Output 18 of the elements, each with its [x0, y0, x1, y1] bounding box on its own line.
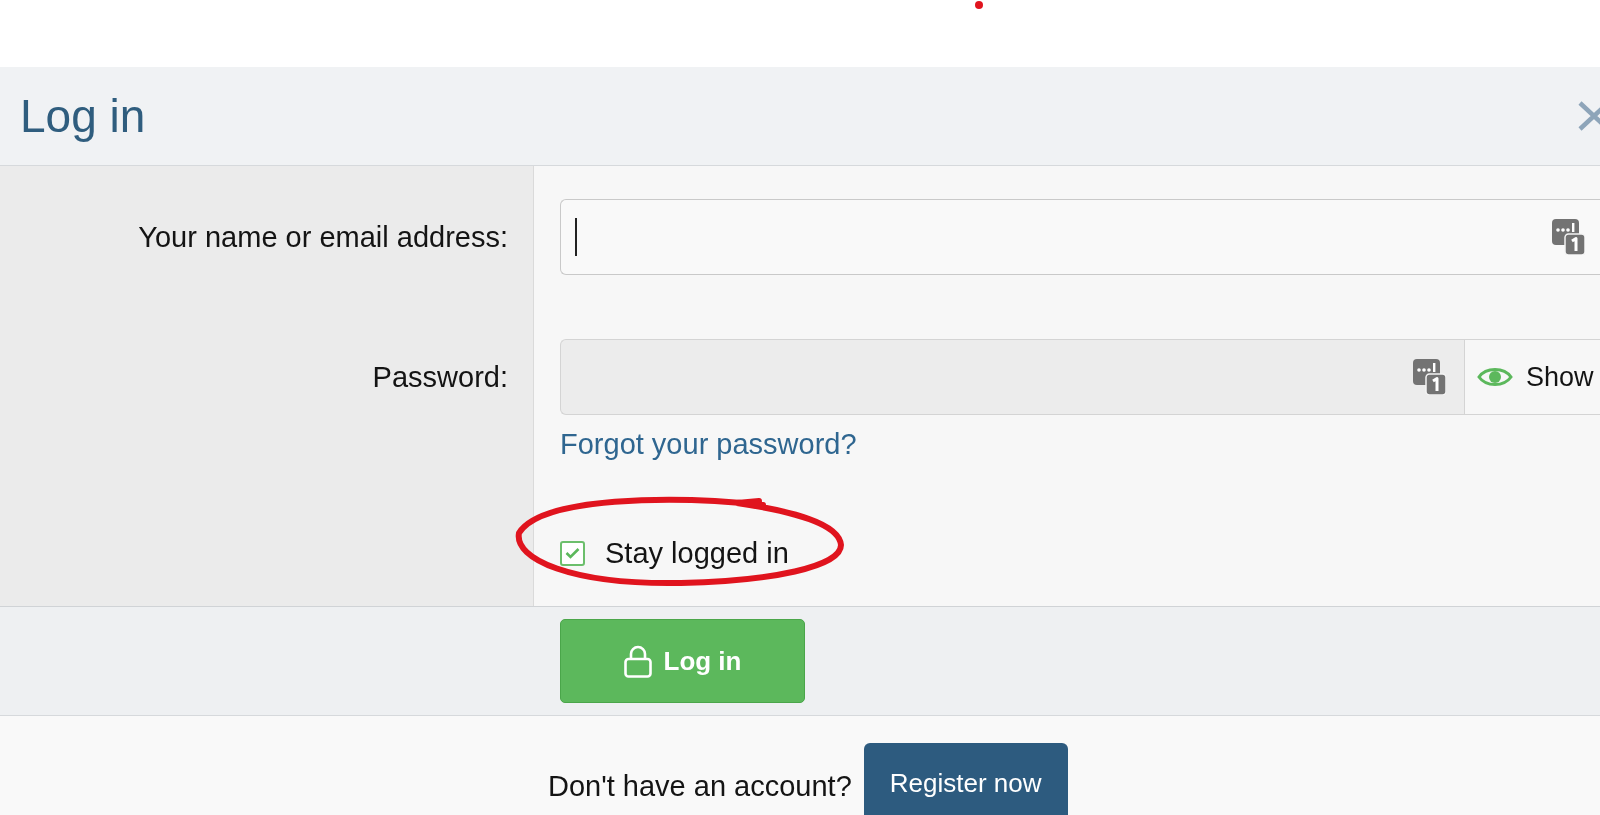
- checkbox-label[interactable]: Stay logged in: [605, 535, 789, 571]
- eye-icon: [1477, 365, 1513, 389]
- checkbox[interactable]: [560, 540, 585, 566]
- close-icon[interactable]: [1578, 101, 1600, 131]
- forgot-password-link[interactable]: Forgot your password?: [560, 426, 857, 462]
- text-cursor-icon: [575, 218, 577, 256]
- check-icon: [565, 547, 580, 559]
- dialog-title: Log in: [20, 89, 146, 144]
- register-button[interactable]: Register now: [863, 743, 1068, 815]
- field-label: Password:: [372, 360, 508, 395]
- input-field[interactable]: [560, 199, 1600, 275]
- password-field[interactable]: [560, 339, 1464, 415]
- register-prompt: Don't have an account?: [548, 769, 852, 804]
- field-label: Your name or email address:: [138, 220, 508, 255]
- lock-icon: [623, 644, 652, 678]
- password-manager-icon[interactable]: [1413, 359, 1446, 395]
- show-password-button[interactable]: Show: [1464, 339, 1600, 415]
- password-manager-icon[interactable]: [1552, 219, 1585, 255]
